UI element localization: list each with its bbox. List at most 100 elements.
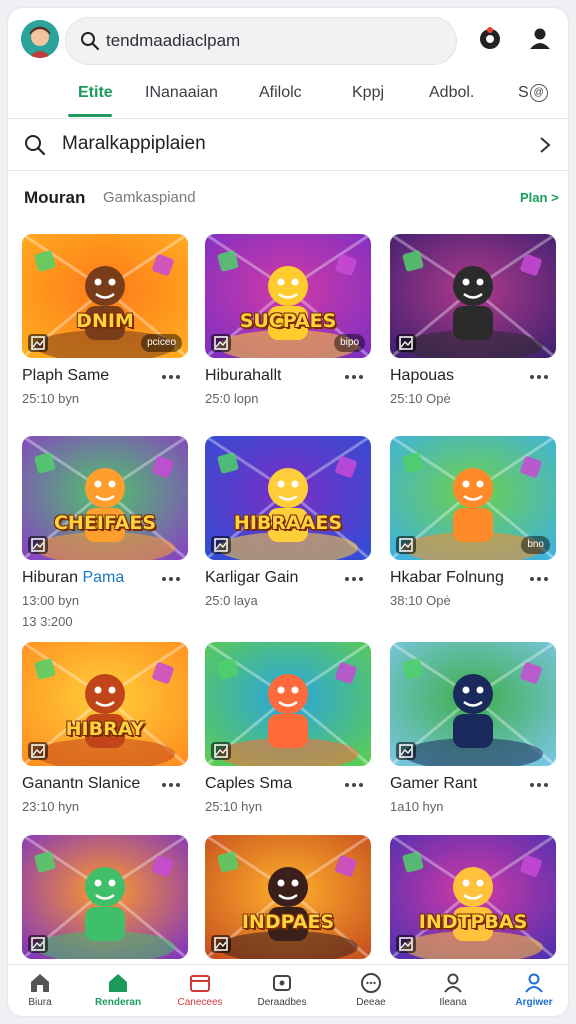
game-meta: 25:10 byn xyxy=(22,391,80,406)
tab-s-label: S xyxy=(518,84,529,102)
game-art-title: SUCPAES xyxy=(239,310,337,332)
game-art-title: HIBRAAES xyxy=(233,512,343,534)
media-type-icon xyxy=(396,536,416,554)
nav-item-biura[interactable]: Biura xyxy=(8,971,80,1008)
game-thumbnail[interactable]: HIBRAY xyxy=(22,642,188,766)
thumbnail-tag: bipo xyxy=(334,334,365,352)
game-card[interactable]: Gamer Rant 1a10 hyn xyxy=(390,642,558,814)
nav-label: Canecees xyxy=(177,997,223,1008)
search-input[interactable]: tendmaadiaclpam xyxy=(106,31,240,51)
controller-icon xyxy=(273,975,291,991)
game-thumbnail[interactable]: HIBRAAES xyxy=(205,436,371,560)
game-meta: 25:0 laya xyxy=(205,593,258,608)
media-type-icon xyxy=(28,935,48,953)
tab-s[interactable]: S @ xyxy=(518,84,548,102)
tab-inanaaian[interactable]: INanaaian xyxy=(145,84,218,102)
game-title-highlight: Pama xyxy=(82,569,125,586)
media-type-icon xyxy=(28,536,48,554)
game-card[interactable]: SUCPAES bipo Hiburahallt 25:0 lopn xyxy=(205,234,373,406)
nav-item-renderan[interactable]: Renderan xyxy=(78,971,158,1008)
game-title[interactable]: Hiburahallt xyxy=(205,367,281,385)
more-options-icon[interactable] xyxy=(160,370,182,382)
more-options-icon[interactable] xyxy=(343,778,365,790)
nav-item-argiwer[interactable]: Argiwer xyxy=(494,971,568,1008)
game-card[interactable]: DNIM pciceo Plaph Same 25:10 byn xyxy=(22,234,190,406)
app-frame: tendmaadiaclpam Etite INanaaian Afilolc … xyxy=(8,8,568,1016)
media-type-icon xyxy=(396,334,416,352)
media-type-icon xyxy=(211,536,231,554)
nav-label: Ileana xyxy=(439,997,467,1008)
game-card[interactable]: INDTPBAS xyxy=(390,835,558,959)
nav-label: Renderan xyxy=(94,997,142,1008)
game-thumbnail[interactable] xyxy=(22,835,188,959)
nav-item-ileana[interactable]: Ileana xyxy=(413,971,493,1008)
tab-afilolc[interactable]: Afilolc xyxy=(259,84,302,102)
game-title[interactable]: Hkabar Folnung xyxy=(390,569,504,587)
game-title[interactable]: Caples Sma xyxy=(205,775,292,793)
avatar[interactable] xyxy=(21,20,59,58)
tab-etite[interactable]: Etite xyxy=(78,84,113,102)
more-options-icon[interactable] xyxy=(160,778,182,790)
game-title[interactable]: Karligar Gain xyxy=(205,569,298,587)
more-options-icon[interactable] xyxy=(528,572,550,584)
search-bar[interactable]: tendmaadiaclpam xyxy=(66,18,456,64)
game-thumbnail[interactable] xyxy=(390,234,556,358)
nav-item-canecees[interactable]: Canecees xyxy=(160,971,240,1008)
game-card[interactable]: Hapouas 25:10 Opė xyxy=(390,234,558,406)
game-thumbnail[interactable]: bno xyxy=(390,436,556,560)
section-see-all-link[interactable]: Plan > xyxy=(520,190,559,205)
more-options-icon[interactable] xyxy=(528,778,550,790)
game-title[interactable]: Plaph Same xyxy=(22,367,109,385)
game-card[interactable]: HIBRAY Ganantn Slanice 23:10 hyn xyxy=(22,642,190,814)
game-meta-secondary: 13 3:200 xyxy=(22,614,73,629)
game-thumbnail[interactable] xyxy=(205,642,371,766)
search-suggestion-row[interactable]: Maralkappiplaien xyxy=(8,120,568,171)
game-title-text: Hiburahallt xyxy=(205,367,282,384)
game-meta: 1a10 hyn xyxy=(390,799,444,814)
chevron-right-icon xyxy=(540,137,551,153)
game-title[interactable]: Gamer Rant xyxy=(390,775,477,793)
chat-icon xyxy=(361,973,381,993)
game-card[interactable]: bno Hkabar Folnung 38:10 Opė xyxy=(390,436,558,608)
game-thumbnail[interactable] xyxy=(390,642,556,766)
more-options-icon[interactable] xyxy=(528,370,550,382)
tab-s-badge: @ xyxy=(529,84,548,102)
game-art-title: INDTPBAS xyxy=(418,911,528,933)
game-thumbnail[interactable]: INDTPBAS xyxy=(390,835,556,959)
nav-item-deraadbes[interactable]: Deraadbes xyxy=(242,971,322,1008)
game-card[interactable]: HIBRAAES Karligar Gain 25:0 laya xyxy=(205,436,373,608)
game-thumbnail[interactable]: DNIM pciceo xyxy=(22,234,188,358)
game-card[interactable] xyxy=(22,835,190,959)
home-filled-icon xyxy=(109,974,127,992)
media-type-icon xyxy=(211,935,231,953)
game-card[interactable]: CHEIFAES Hiburan Pama 13:00 byn 13 3:200 xyxy=(22,436,190,629)
game-art-title: DNIM xyxy=(76,310,134,332)
game-title[interactable]: Hiburan Pama xyxy=(22,569,124,587)
tab-kppj[interactable]: Kppj xyxy=(352,84,384,102)
more-options-icon[interactable] xyxy=(343,572,365,584)
game-card[interactable]: Caples Sma 25:10 hyn xyxy=(205,642,373,814)
active-tab-indicator xyxy=(68,114,112,117)
tab-adbol[interactable]: Adbol. xyxy=(429,84,474,102)
media-type-icon xyxy=(211,334,231,352)
game-title[interactable]: Ganantn Slanice xyxy=(22,775,140,793)
search-icon xyxy=(81,32,100,51)
game-thumbnail[interactable]: INDPAES xyxy=(205,835,371,959)
game-thumbnail[interactable]: CHEIFAES xyxy=(22,436,188,560)
media-type-icon xyxy=(211,742,231,760)
thumbnail-tag: pciceo xyxy=(141,334,182,352)
section-subtitle: Gamkaspiand xyxy=(103,189,196,206)
notification-icon[interactable] xyxy=(475,24,505,54)
game-meta: 25:0 lopn xyxy=(205,391,259,406)
game-title-text: Hkabar Folnung xyxy=(390,569,504,586)
suggestion-text: Maralkappiplaien xyxy=(62,133,206,154)
game-title-text: Hapouas xyxy=(390,367,455,384)
nav-item-deeae[interactable]: Deeae xyxy=(331,971,411,1008)
more-options-icon[interactable] xyxy=(160,572,182,584)
profile-icon[interactable] xyxy=(525,24,555,54)
game-thumbnail[interactable]: SUCPAES bipo xyxy=(205,234,371,358)
game-title[interactable]: Hapouas xyxy=(390,367,454,385)
game-meta: 23:10 hyn xyxy=(22,799,80,814)
more-options-icon[interactable] xyxy=(343,370,365,382)
game-card[interactable]: INDPAES xyxy=(205,835,373,959)
